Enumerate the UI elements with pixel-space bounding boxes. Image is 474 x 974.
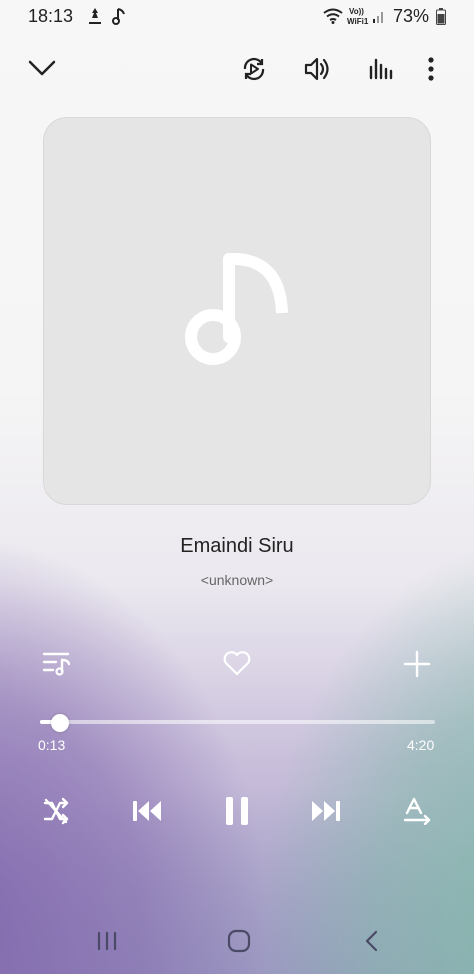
svg-text:WiFi1: WiFi1 [347, 17, 369, 26]
seek-bar-track[interactable] [40, 720, 435, 724]
volume-button[interactable] [303, 56, 331, 82]
wifi-icon [322, 8, 344, 24]
more-options-icon [424, 56, 438, 82]
smart-view-button[interactable] [240, 55, 268, 83]
collapse-button[interactable] [28, 58, 56, 78]
add-icon [403, 650, 431, 678]
smart-view-icon [240, 55, 268, 83]
previous-button[interactable] [132, 799, 162, 823]
recent-apps-icon [96, 930, 118, 952]
music-note-placeholder-icon [184, 253, 294, 368]
next-icon [311, 799, 341, 823]
notification-icon [86, 7, 104, 25]
shuffle-off-icon [42, 797, 70, 825]
equalizer-button[interactable] [368, 57, 394, 81]
signal-icon [372, 8, 386, 24]
back-icon [364, 930, 380, 952]
home-icon [227, 929, 251, 953]
status-time: 18:13 [28, 6, 74, 26]
playlist-icon [42, 650, 72, 676]
battery-percent: 73% [393, 6, 430, 26]
svg-text:Vo)): Vo)) [349, 7, 364, 16]
back-button[interactable] [364, 930, 380, 952]
volte-wifi-label-icon: Vo)) WiFi1 [347, 6, 371, 26]
seek-bar-thumb[interactable] [51, 714, 69, 732]
more-options-button[interactable] [424, 56, 438, 82]
album-art [43, 117, 431, 505]
shuffle-button[interactable] [42, 797, 70, 825]
pause-button[interactable] [224, 795, 250, 827]
pause-icon [224, 795, 250, 827]
favorite-heart-icon [222, 650, 252, 676]
song-title: Emaindi Siru [180, 535, 294, 557]
song-artist: <unknown> [200, 572, 274, 588]
volume-icon [303, 56, 331, 82]
equalizer-icon [368, 57, 394, 81]
next-button[interactable] [311, 799, 341, 823]
previous-icon [132, 799, 162, 823]
repeat-icon [403, 797, 433, 825]
home-button[interactable] [227, 929, 251, 953]
music-note-icon [112, 7, 128, 25]
recent-apps-button[interactable] [96, 930, 118, 952]
playlist-button[interactable] [42, 650, 72, 676]
add-to-playlist-button[interactable] [403, 650, 431, 678]
total-time: 4:20 [407, 737, 435, 753]
collapse-chevron-icon [28, 58, 56, 78]
status-bar: 18:13 Vo)) WiFi1 73% [0, 0, 474, 34]
current-time: 0:13 [38, 737, 66, 753]
repeat-button[interactable] [403, 797, 433, 825]
favorite-button[interactable] [222, 650, 252, 676]
battery-icon [436, 8, 446, 25]
